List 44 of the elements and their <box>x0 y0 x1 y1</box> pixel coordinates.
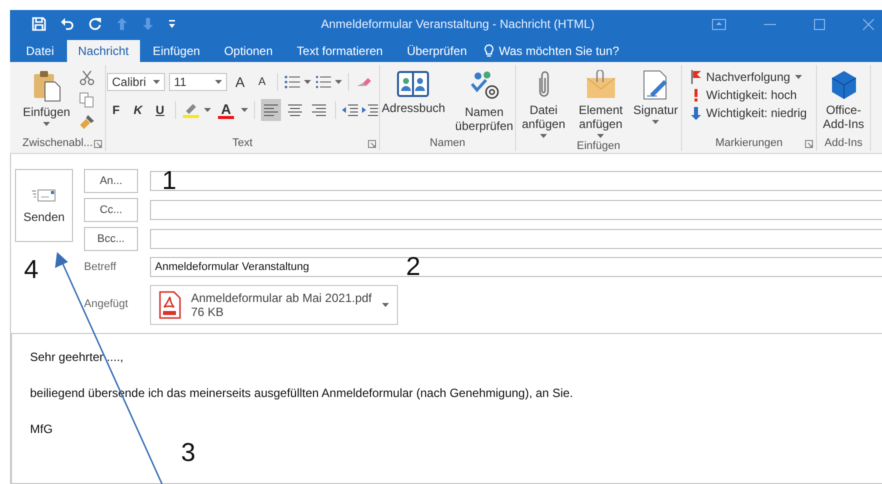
group-label: Markierungen <box>715 137 783 149</box>
tell-me-field[interactable]: Was möchten Sie tun? <box>498 44 620 58</box>
attached-label: Angefügt <box>84 298 130 310</box>
check-names-button[interactable]: Namen überprüfen <box>452 68 516 135</box>
tag-button[interactable]: Wichtigkeit: niedrig <box>691 106 807 120</box>
attach-item-button[interactable]: Element anfügen <box>573 68 628 140</box>
tag-button[interactable]: Wichtigkeit: hoch <box>691 88 807 102</box>
grow-font-button[interactable]: A <box>231 71 249 93</box>
annotation-number: 3 <box>181 439 196 465</box>
format-button[interactable]: F <box>107 99 125 121</box>
recipient-button[interactable]: Cc... <box>84 198 138 222</box>
office-add-ins-button[interactable]: Office-Add-Ins <box>817 68 870 133</box>
paste-button[interactable]: Einfügen <box>20 68 74 128</box>
ribbon-tab[interactable]: Nachricht <box>67 40 140 62</box>
ribbon-tab[interactable]: Text formatieren <box>286 40 394 62</box>
signature-button[interactable]: Signatur <box>630 68 681 126</box>
format-button[interactable]: U <box>151 99 169 121</box>
send-button[interactable]: Senden <box>15 169 73 242</box>
ribbon-tab[interactable]: Einfügen <box>142 40 212 62</box>
group-label: Add-Ins <box>824 137 862 149</box>
font-name-dropdown[interactable]: Calibri <box>107 73 165 91</box>
recipient-button[interactable]: Bcc... <box>84 227 138 251</box>
font-size-dropdown[interactable]: 11 <box>169 73 227 91</box>
annotation-number: 1 <box>162 167 176 193</box>
shrink-font-button[interactable]: A <box>253 71 271 93</box>
group-label: Einfügen <box>576 140 620 152</box>
body-text: MfG <box>30 422 54 436</box>
ribbon-tab[interactable]: Optionen <box>213 40 284 62</box>
recipient-button[interactable]: An... <box>84 169 138 193</box>
body-text: Sehr geehrter ...., <box>30 350 124 364</box>
group-label: Zwischenabl... <box>22 137 93 149</box>
annotation-number: 4 <box>24 256 38 282</box>
format-button[interactable]: K <box>129 99 147 121</box>
group-label: Text <box>232 137 253 149</box>
attachment-chip[interactable]: Anmeldeformular ab Mai 2021.pdf 76 KB <box>150 285 398 325</box>
font-color-button[interactable]: A <box>215 99 237 121</box>
ribbon-tab[interactable]: Datei <box>15 40 66 62</box>
subject-label: Betreff <box>84 260 118 272</box>
attach-file-button[interactable]: Datei anfügen <box>516 68 572 140</box>
group-label: Namen <box>430 137 466 149</box>
window-title: Anmeldeformular Veranstaltung - Nachricht (HTML) <box>321 17 594 31</box>
tag-button[interactable]: Nachverfolgung <box>691 70 807 84</box>
address-book-button[interactable]: Adressbuch <box>378 68 448 117</box>
ribbon-tab[interactable]: Überprüfen <box>396 40 478 62</box>
